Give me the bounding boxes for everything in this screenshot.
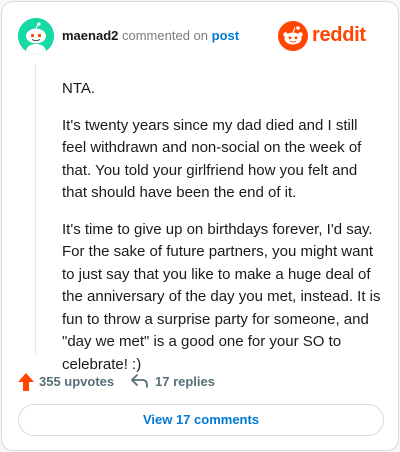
user-avatar[interactable] bbox=[18, 18, 54, 54]
reply-count: 17 replies bbox=[155, 374, 215, 389]
comment-meta: maenad2 commented on post bbox=[62, 28, 239, 43]
username-link[interactable]: maenad2 bbox=[62, 28, 118, 43]
comment-header: maenad2 commented on post reddit bbox=[18, 18, 382, 54]
reply-arrow-icon bbox=[131, 374, 148, 388]
comment-paragraph: It's time to give up on birthdays foreve… bbox=[62, 220, 381, 373]
comment-body: NTA. It's twenty years since my dad died… bbox=[62, 78, 382, 390]
comment-paragraph: NTA. bbox=[62, 80, 96, 97]
upvote-arrow-icon bbox=[18, 373, 34, 391]
view-comments-button[interactable]: View 17 comments bbox=[18, 404, 384, 436]
reddit-logo-icon bbox=[278, 21, 308, 51]
upvote-count: 355 upvotes bbox=[39, 374, 115, 389]
upvote-button[interactable]: 355 upvotes bbox=[18, 372, 118, 392]
comment-card: maenad2 commented on post reddit NTA. It… bbox=[1, 1, 399, 451]
reddit-wordmark: reddit bbox=[312, 24, 366, 46]
commented-on-text: commented on bbox=[122, 28, 208, 43]
comment-actions: 355 upvotes 17 replies bbox=[18, 372, 378, 392]
comment-paragraph: It's twenty years since my dad died and … bbox=[62, 116, 362, 202]
thread-line[interactable] bbox=[35, 64, 36, 354]
post-link[interactable]: post bbox=[212, 28, 239, 43]
reply-button[interactable]: 17 replies bbox=[130, 372, 230, 392]
snoo-avatar-icon bbox=[18, 18, 54, 54]
reddit-brand[interactable]: reddit bbox=[278, 21, 382, 51]
